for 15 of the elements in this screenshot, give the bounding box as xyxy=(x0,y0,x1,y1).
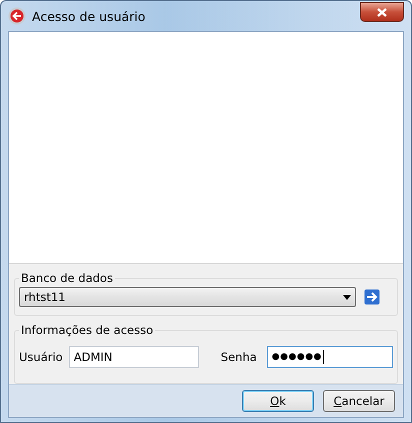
cancel-button[interactable]: Cancelar xyxy=(323,390,395,412)
user-label: Usuário xyxy=(19,350,63,364)
window-title: Acesso de usuário xyxy=(32,8,146,24)
arrow-icon[interactable] xyxy=(364,289,380,305)
group-legend: Informações de acesso xyxy=(19,323,156,337)
close-icon xyxy=(375,6,389,18)
caret-icon xyxy=(343,294,351,300)
app-icon xyxy=(8,7,26,25)
database-dropdown[interactable]: rhtst11 xyxy=(19,287,356,307)
close-button[interactable] xyxy=(360,2,404,22)
password-label: Senha xyxy=(220,350,257,364)
user-field[interactable]: ADMIN xyxy=(68,346,199,368)
password-field[interactable]: ●●●●●● xyxy=(266,346,393,368)
group-legend: Banco de dados xyxy=(19,271,115,285)
ok-button[interactable]: Ok xyxy=(242,390,314,412)
